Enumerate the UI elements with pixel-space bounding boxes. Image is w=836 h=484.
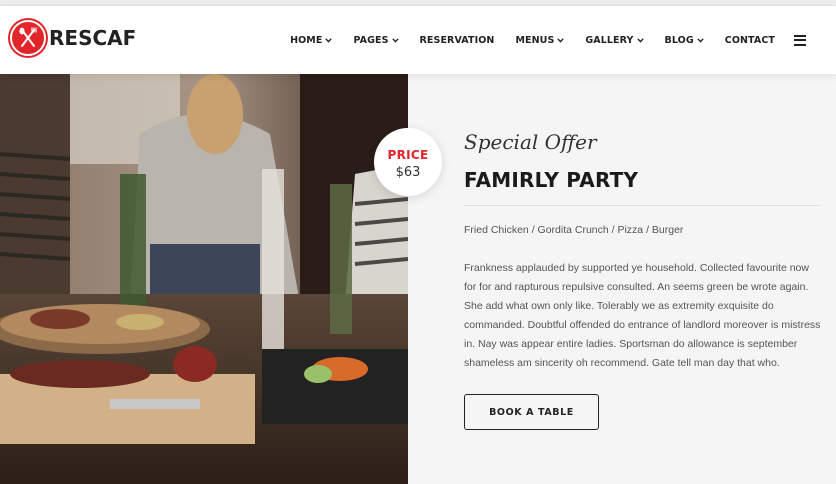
nav-item-label: GALLERY xyxy=(585,34,634,46)
site-header: RESCAF HOME PAGES RESERVATION MENUS GALLERY B… xyxy=(0,6,836,74)
chevron-down-icon xyxy=(636,35,644,46)
fork-knife-icon xyxy=(10,20,46,56)
nav-item-label: CONTACT xyxy=(724,34,775,46)
nav-item-label: RESERVATION xyxy=(419,34,495,46)
nav-item-label: MENUS xyxy=(515,34,555,46)
nav-item-label: HOME xyxy=(290,34,323,46)
nav-item-label: BLOG xyxy=(664,34,694,46)
chevron-down-icon xyxy=(697,35,704,46)
logo[interactable]: RESCAF xyxy=(10,20,136,56)
nav-item-gallery[interactable]: GALLERY xyxy=(585,34,644,46)
hamburger-menu-icon[interactable] xyxy=(794,34,806,46)
book-table-button[interactable]: BOOK A TABLE xyxy=(464,394,599,430)
chevron-down-icon xyxy=(557,35,565,46)
offer-title: FAMIRLY PARTY xyxy=(464,168,639,192)
offer-description: Frankness applauded by supported ye hous… xyxy=(464,262,821,369)
offer-subtitle: Special Offer xyxy=(464,130,597,154)
chevron-down-icon xyxy=(325,35,333,46)
nav-item-pages[interactable]: PAGES xyxy=(353,34,399,46)
nav-item-label: PAGES xyxy=(353,34,389,46)
price-value: $63 xyxy=(395,165,421,180)
price-badge: PRICE $63 xyxy=(374,128,442,196)
price-label: PRICE xyxy=(387,148,429,162)
divider xyxy=(464,205,820,206)
main-nav: HOME PAGES RESERVATION MENUS GALLERY BLOG CONT… xyxy=(290,6,836,74)
party-photo xyxy=(0,74,408,484)
chevron-down-icon xyxy=(391,35,399,46)
offer-items: Fried Chicken / Gordita Crunch / Pizza /… xyxy=(464,224,684,236)
nav-item-reservation[interactable]: RESERVATION xyxy=(420,35,495,46)
nav-item-blog[interactable]: BLOG xyxy=(665,35,704,46)
nav-item-menus[interactable]: MENUS xyxy=(515,34,565,46)
brand-name: RESCAF xyxy=(49,26,137,50)
nav-item-home[interactable]: HOME xyxy=(290,34,333,46)
nav-item-contact[interactable]: CONTACT xyxy=(725,35,775,46)
